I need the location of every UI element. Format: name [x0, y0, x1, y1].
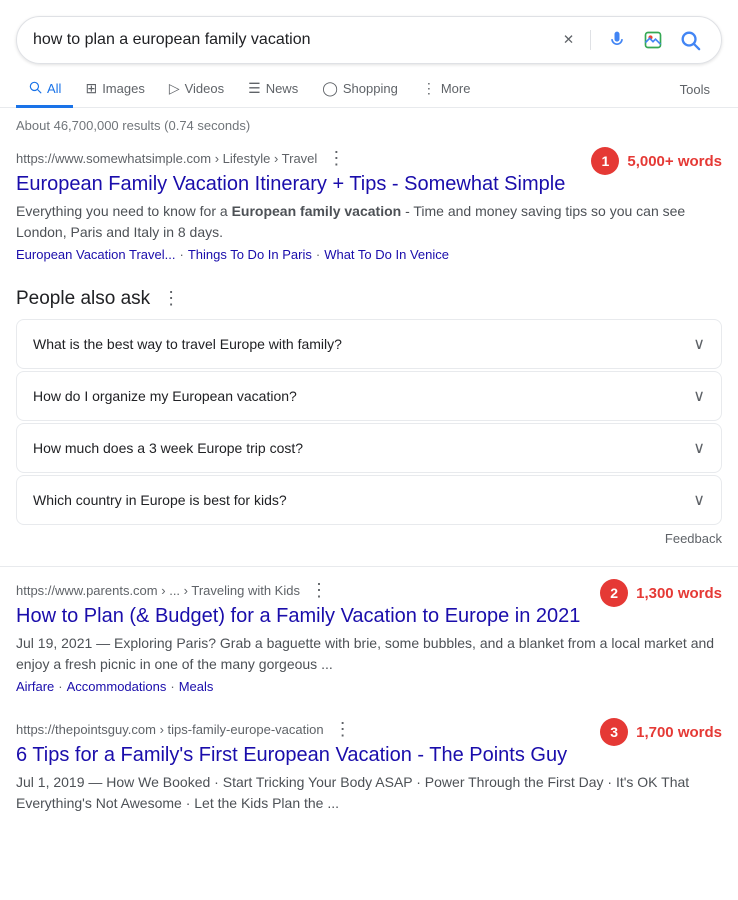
news-icon: ☰ [248, 80, 261, 97]
result-2-url: https://www.parents.com › ... › Travelin… [16, 583, 300, 598]
people-also-ask-section: People also ask ⋮ What is the best way t… [16, 286, 722, 550]
result-1-link-2[interactable]: Things To Do In Paris [188, 247, 312, 262]
result-1-link-3[interactable]: What To Do In Venice [324, 247, 449, 262]
search-result-1: 1 5,000+ words https://www.somewhatsimpl… [0, 139, 738, 278]
voice-search-icon[interactable] [603, 26, 631, 54]
results-info: About 46,700,000 results (0.74 seconds) [0, 108, 738, 139]
paa-item-1[interactable]: What is the best way to travel Europe wi… [16, 319, 722, 369]
nav-tabs: All ⊞ Images ▷ Videos ☰ News ◯ Shopping … [0, 64, 738, 108]
clear-icon[interactable]: ✕ [559, 28, 578, 52]
all-icon [28, 80, 42, 97]
badge-1-text: 5,000+ words [627, 153, 722, 170]
result-3-more-button[interactable]: ⋮ [330, 718, 356, 740]
search-result-2: 2 1,300 words https://www.parents.com › … [0, 571, 738, 710]
divider [590, 30, 591, 50]
search-result-3: 3 1,700 words https://thepointsguy.com ›… [0, 710, 738, 830]
paa-item-4[interactable]: Which country in Europe is best for kids… [16, 475, 722, 525]
tab-videos[interactable]: ▷ Videos [157, 72, 236, 108]
badge-1-circle: 1 [591, 147, 619, 175]
videos-icon: ▷ [169, 80, 180, 97]
result-1-description: Everything you need to know for a Europe… [16, 201, 722, 243]
tools-button[interactable]: Tools [668, 74, 722, 105]
tab-more[interactable]: ⋮ More [410, 72, 483, 108]
result-1-more-button[interactable]: ⋮ [323, 147, 349, 169]
result-2-link-3[interactable]: Meals [179, 679, 214, 694]
result-3-description: Jul 1, 2019 — How We Booked · Start Tric… [16, 772, 722, 814]
tab-images[interactable]: ⊞ Images [73, 72, 156, 108]
badge-2-container: 2 1,300 words [600, 579, 722, 607]
badge-3-container: 3 1,700 words [600, 718, 722, 746]
feedback-label[interactable]: Feedback [16, 527, 722, 550]
search-bar: ✕ [16, 16, 722, 64]
section-divider [0, 566, 738, 567]
badge-2-circle: 2 [600, 579, 628, 607]
lens-icon[interactable] [639, 26, 667, 54]
shopping-icon: ◯ [322, 80, 338, 97]
result-2-link-1[interactable]: Airfare [16, 679, 54, 694]
tab-shopping[interactable]: ◯ Shopping [310, 72, 410, 108]
more-icon: ⋮ [422, 80, 436, 97]
result-2-description: Jul 19, 2021 — Exploring Paris? Grab a b… [16, 633, 722, 675]
badge-2-text: 1,300 words [636, 585, 722, 602]
paa-item-2[interactable]: How do I organize my European vacation? … [16, 371, 722, 421]
badge-3-circle: 3 [600, 718, 628, 746]
images-icon: ⊞ [85, 80, 97, 97]
paa-chevron-1: ∨ [693, 334, 705, 354]
tab-all[interactable]: All [16, 72, 73, 108]
result-2-link-2[interactable]: Accommodations [67, 679, 167, 694]
search-bar-container: ✕ [0, 0, 738, 64]
paa-chevron-3: ∨ [693, 438, 705, 458]
paa-chevron-4: ∨ [693, 490, 705, 510]
paa-item-3[interactable]: How much does a 3 week Europe trip cost?… [16, 423, 722, 473]
badge-3-text: 1,700 words [636, 724, 722, 741]
search-input[interactable] [33, 31, 551, 49]
paa-chevron-2: ∨ [693, 386, 705, 406]
paa-more-button[interactable]: ⋮ [158, 286, 184, 311]
result-1-url: https://www.somewhatsimple.com › Lifesty… [16, 151, 317, 166]
search-submit-icon[interactable] [675, 25, 705, 55]
result-1-links: European Vacation Travel... · Things To … [16, 247, 722, 262]
result-3-url: https://thepointsguy.com › tips-family-e… [16, 722, 324, 737]
result-2-links: Airfare · Accommodations · Meals [16, 679, 722, 694]
result-1-link-1[interactable]: European Vacation Travel... [16, 247, 175, 262]
result-2-more-button[interactable]: ⋮ [306, 579, 332, 601]
tab-news[interactable]: ☰ News [236, 72, 310, 108]
paa-header: People also ask ⋮ [16, 286, 722, 311]
badge-1-container: 1 5,000+ words [591, 147, 722, 175]
